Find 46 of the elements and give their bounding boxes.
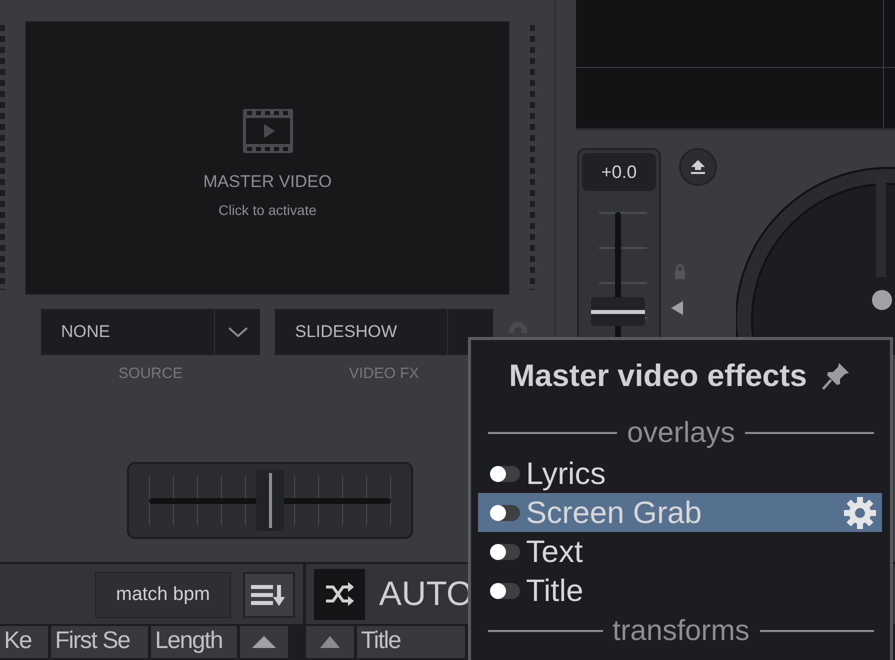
column-header[interactable]: Length: [151, 626, 237, 658]
toggle-switch[interactable]: [490, 544, 520, 560]
sort-button[interactable]: [306, 626, 354, 658]
shuffle-icon: [324, 582, 354, 606]
effect-item[interactable]: Title: [478, 571, 882, 610]
up-arrow-icon: [252, 636, 276, 648]
effect-item[interactable]: Text: [478, 532, 882, 571]
column-header[interactable]: Title: [357, 626, 465, 658]
video-fx-dropdown[interactable]: SLIDESHOW: [275, 309, 493, 355]
shuffle-button[interactable]: [314, 568, 365, 620]
chevron-icon: [226, 326, 248, 338]
slider-thumb[interactable]: [256, 470, 284, 531]
toggle-switch[interactable]: [490, 504, 520, 520]
toggle-switch[interactable]: [490, 466, 520, 482]
crossfader-slider[interactable]: [127, 462, 413, 539]
popup-title: Master video effects: [508, 358, 808, 394]
eject-icon: [690, 160, 706, 174]
effect-label: Text: [526, 534, 584, 570]
source-dropdown[interactable]: NONE: [41, 309, 260, 355]
video-preview[interactable]: MASTER VIDEO Click to activate: [25, 21, 510, 295]
eject-button[interactable]: [679, 148, 717, 186]
video-title: MASTER VIDEO: [203, 172, 332, 192]
toggle-switch[interactable]: [490, 582, 520, 598]
film-icon: [242, 108, 294, 154]
list-sort-icon: [251, 583, 287, 607]
effect-label: Title: [526, 572, 584, 608]
pitch-display: +0.0: [582, 153, 656, 191]
settings-icon[interactable]: [844, 496, 876, 528]
left-arrow-icon[interactable]: [671, 301, 683, 315]
effect-item[interactable]: Screen Grab: [478, 493, 882, 532]
pin-icon[interactable]: [821, 361, 852, 391]
match-bpm-button[interactable]: match bpm: [95, 572, 231, 618]
section-heading: overlays: [627, 416, 735, 450]
slider-thumb[interactable]: [591, 297, 645, 326]
column-header[interactable]: Ke: [0, 626, 48, 658]
activate-hint: Click to activate: [218, 202, 317, 218]
effect-label: Screen Grab: [526, 494, 703, 530]
column-header[interactable]: First Se: [51, 626, 148, 658]
effect-label: Lyrics: [526, 456, 607, 492]
sort-button[interactable]: [240, 626, 288, 658]
source-label: SOURCE: [118, 365, 183, 382]
section-heading: transforms: [612, 614, 750, 648]
sort-list-button[interactable]: [243, 572, 295, 618]
up-arrow-icon: [320, 636, 340, 648]
video-fx-label: VIDEO FX: [348, 365, 419, 382]
effect-item[interactable]: Lyrics: [478, 454, 882, 493]
